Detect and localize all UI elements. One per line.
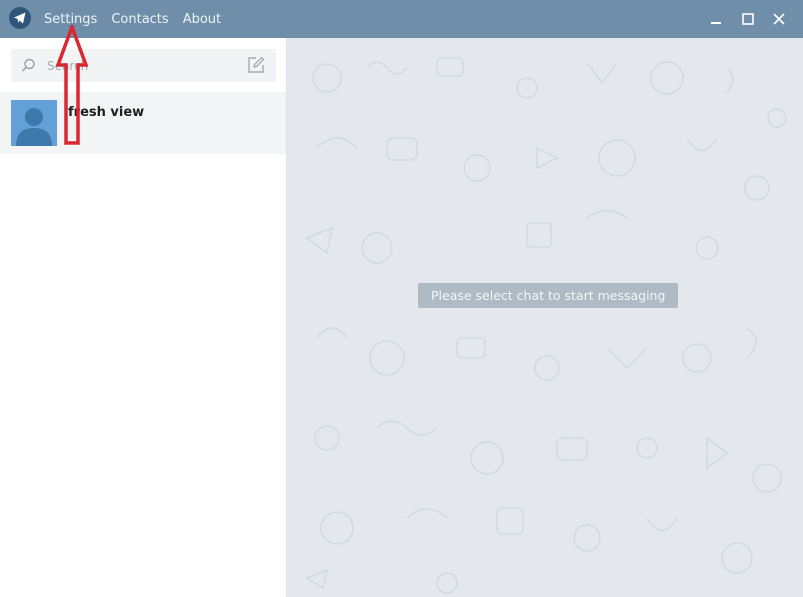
minimize-icon[interactable] [706, 9, 726, 29]
annotation-arrow-icon [56, 25, 88, 145]
default-avatar-icon [11, 100, 57, 146]
menu-contacts[interactable]: Contacts [111, 12, 168, 27]
close-icon[interactable] [769, 9, 789, 29]
select-chat-message: Please select chat to start messaging [418, 283, 679, 308]
chat-area: Please select chat to start messaging [287, 38, 803, 597]
search-icon [21, 58, 36, 77]
chat-list-sidebar: fresh view [0, 38, 287, 597]
search-bar [11, 49, 276, 82]
telegram-logo-icon [9, 7, 31, 29]
compose-icon[interactable] [247, 56, 265, 74]
maximize-icon[interactable] [738, 9, 758, 29]
menu-about[interactable]: About [183, 12, 221, 27]
title-bar: Settings Contacts About [0, 0, 803, 38]
chat-background-pattern [305, 57, 787, 594]
chat-list-item[interactable]: fresh view [0, 92, 286, 154]
